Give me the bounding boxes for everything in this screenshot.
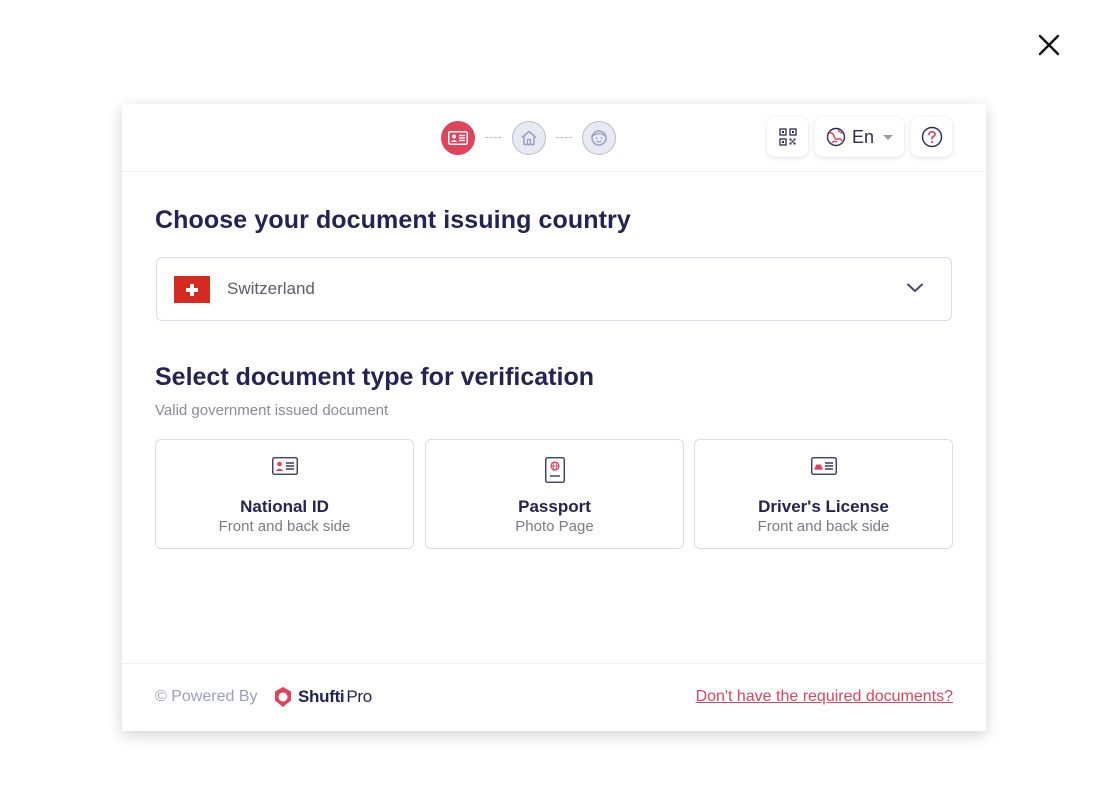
passport-icon [544,457,565,483]
option-subtitle: Front and back side [757,518,890,535]
step-document [441,121,475,155]
document-type-subtitle: Valid government issued document [155,402,389,419]
modal-footer: © Powered By Shufti Pro Don't have the re… [122,663,986,732]
powered-by-text: © Powered By [155,688,258,705]
shuftipro-logo: Shufti Pro [272,685,372,709]
verification-modal: En Choose your document issuing country … [122,104,986,731]
qr-code-icon [778,128,797,146]
step-address [512,121,546,155]
option-subtitle: Front and back side [218,518,351,535]
step-connector [556,137,572,138]
passport-option[interactable]: Passport Photo Page [425,439,684,549]
selected-country: Switzerland [227,279,315,298]
logo-text: Shufti [298,687,345,706]
caret-down-icon [883,134,894,140]
close-button[interactable] [1034,30,1064,60]
option-title: Driver's License [758,497,889,516]
globe-icon [826,127,846,147]
qr-code-button[interactable] [767,117,808,157]
national-id-option[interactable]: National ID Front and back side [155,439,414,549]
help-icon [921,126,942,148]
home-icon [521,130,537,146]
option-title: Passport [518,497,591,516]
language-selector[interactable]: En [815,117,904,157]
logo-text: Pro [346,687,372,706]
country-select[interactable]: Switzerland [156,257,952,321]
chevron-down-icon [907,283,923,292]
document-type-heading: Select document type for verification [155,363,594,391]
missing-documents-link[interactable]: Don't have the required documents? [696,688,953,706]
drivers-license-icon [810,457,837,475]
language-label: En [852,126,875,147]
face-icon [591,130,607,146]
switzerland-flag-icon [174,276,210,303]
option-title: National ID [240,497,329,516]
shuftipro-logo-icon [275,687,291,707]
modal-header: En [122,104,986,172]
close-icon [1038,34,1060,56]
option-subtitle: Photo Page [515,518,594,535]
step-connector [485,137,501,138]
id-card-icon [448,131,468,145]
step-face [582,121,616,155]
help-button[interactable] [911,117,952,157]
drivers-license-option[interactable]: Driver's License Front and back side [694,439,953,549]
country-heading: Choose your document issuing country [155,206,631,234]
id-card-icon [271,457,298,475]
